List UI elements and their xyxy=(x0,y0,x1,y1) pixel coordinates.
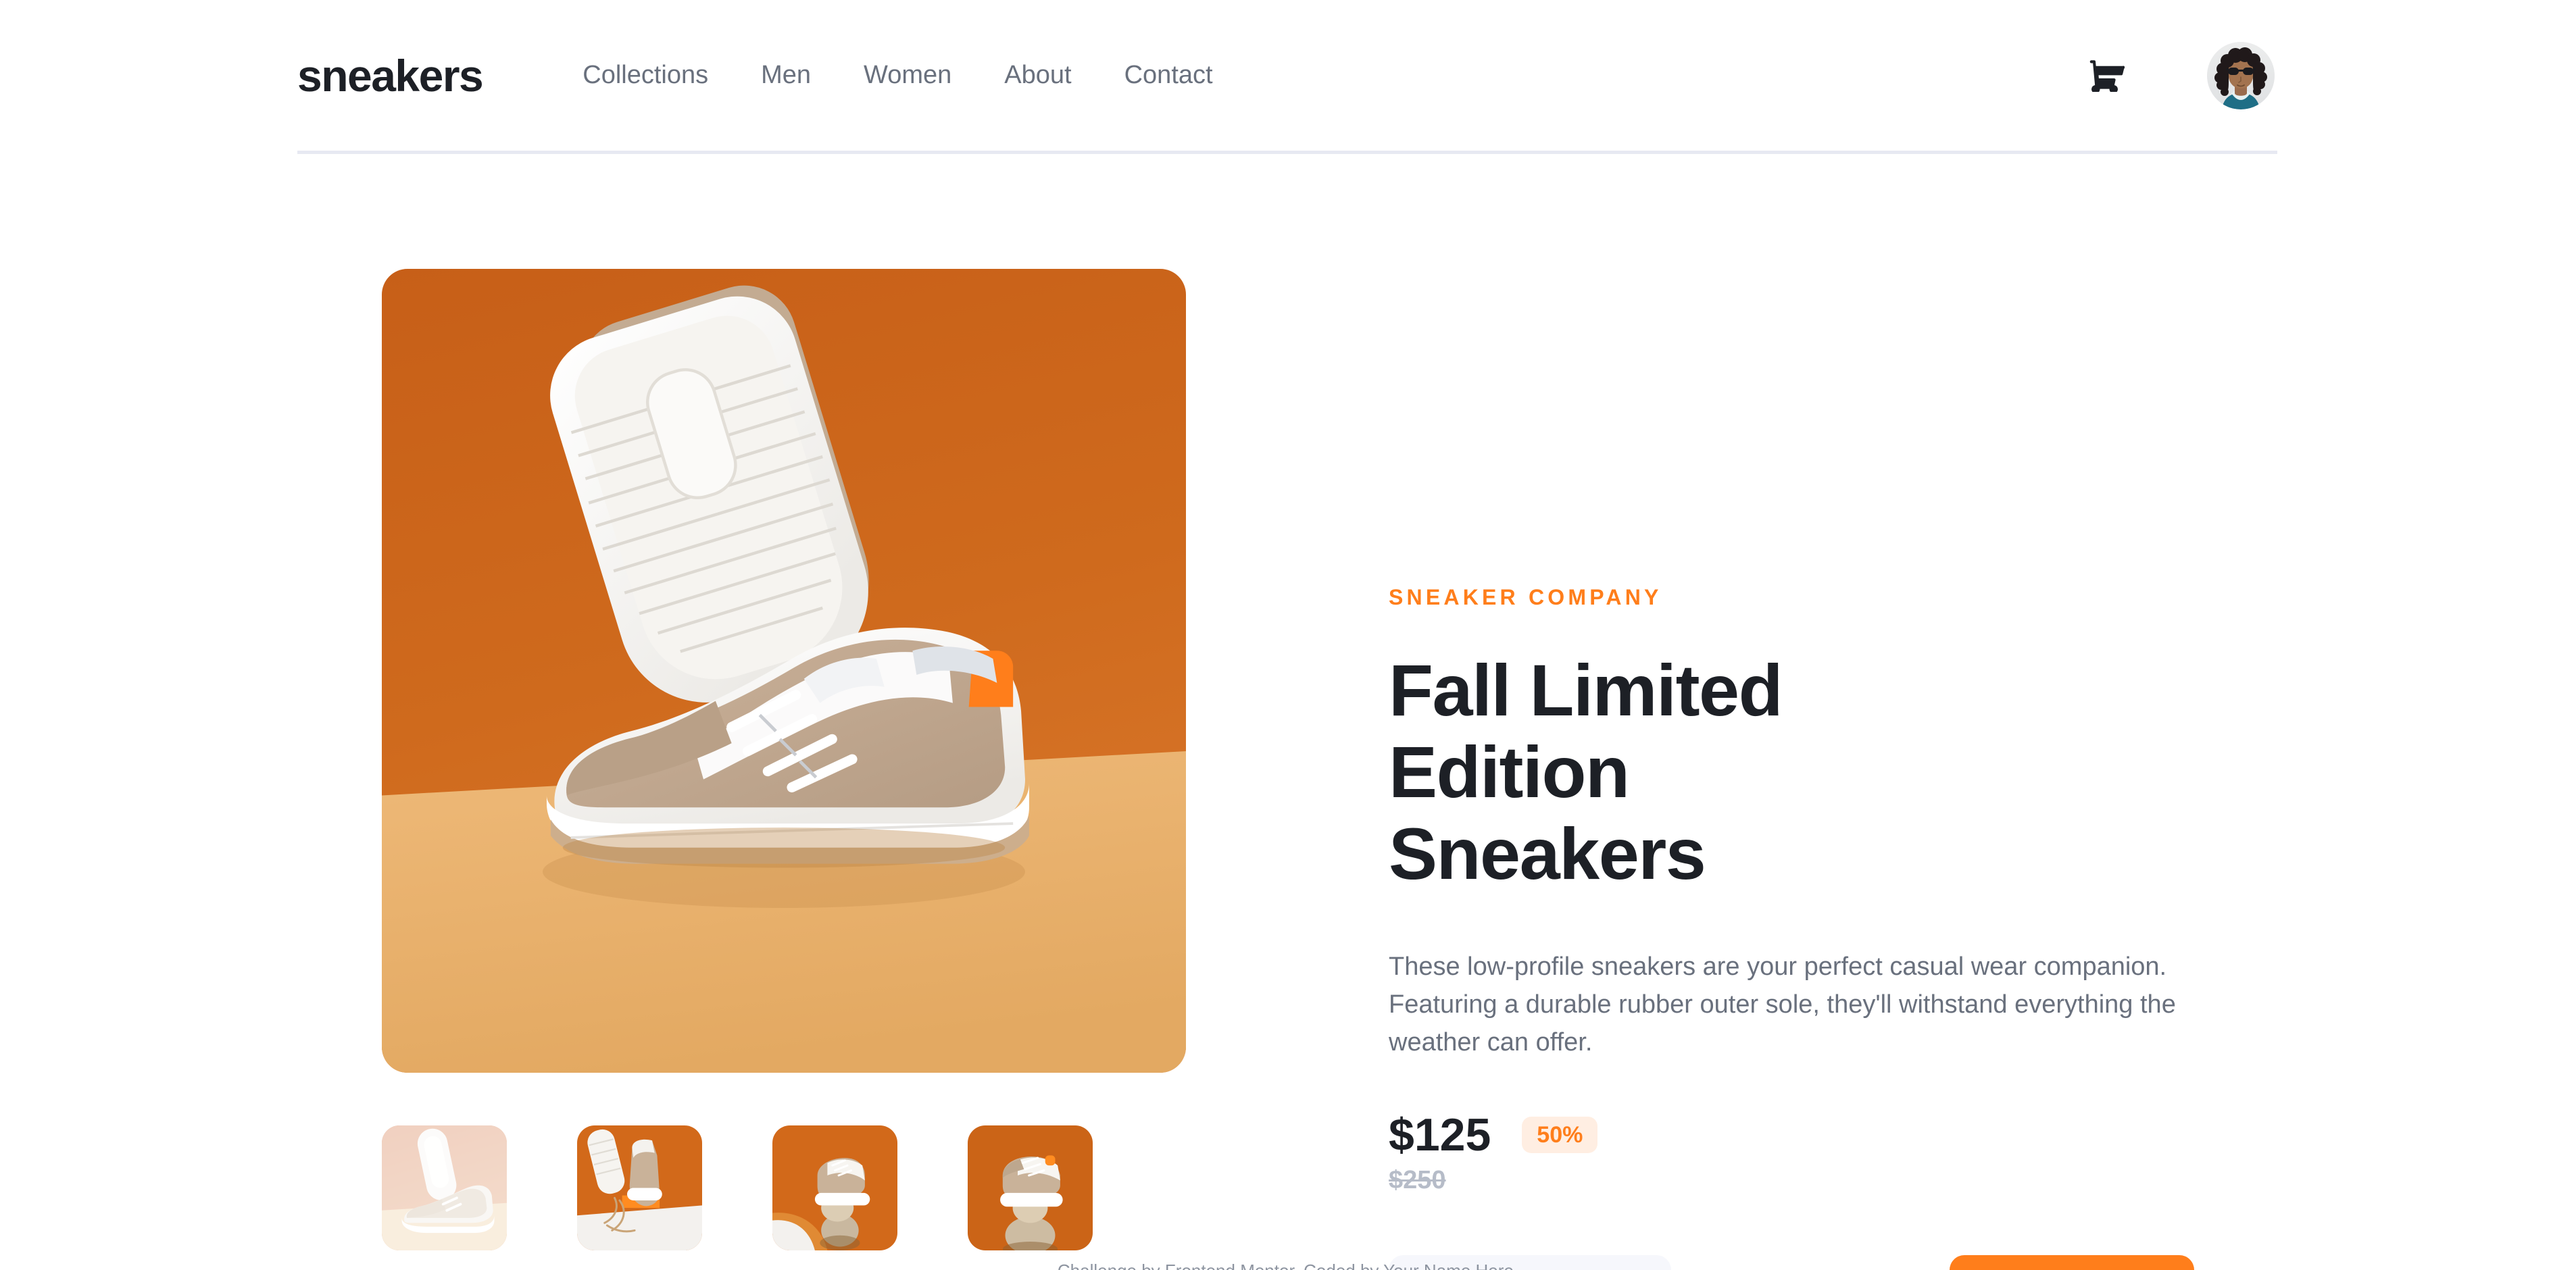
nav-item-women[interactable]: Women xyxy=(864,60,951,91)
site-header: sneakers Collections Men Women About Con… xyxy=(297,0,2277,154)
thumbnail-4[interactable] xyxy=(968,1125,1093,1250)
thumbnail-2[interactable] xyxy=(577,1125,702,1250)
shopping-cart-icon xyxy=(2089,59,2125,92)
product-hero-image[interactable] xyxy=(382,269,1186,1073)
product-description: These low-profile sneakers are your perf… xyxy=(1389,952,2176,1057)
product-gallery xyxy=(382,269,1186,1250)
product-page: sneakers Collections Men Women About Con… xyxy=(0,0,2576,1270)
hero-sneaker-photo xyxy=(382,269,1186,1073)
thumbnail-3[interactable] xyxy=(772,1125,897,1250)
nav-item-collections[interactable]: Collections xyxy=(583,60,708,91)
product-brand: SNEAKER COMPANY xyxy=(1389,585,1662,609)
original-price: $250 xyxy=(1389,1165,1446,1194)
nav-item-men[interactable]: Men xyxy=(761,60,811,91)
price-row: $125 50% xyxy=(1389,1112,2247,1158)
main-navigation: Collections Men Women About Contact xyxy=(583,60,1212,91)
product-title: Fall Limited Edition Sneakers xyxy=(1389,649,1783,894)
thumbnail-2-image xyxy=(577,1125,702,1250)
thumbnail-4-image xyxy=(968,1125,1093,1250)
header-actions xyxy=(2088,41,2277,109)
thumbnail-strip xyxy=(382,1125,1186,1250)
footer-attribution: Challenge by Frontend Mentor. Coded by Y… xyxy=(0,1262,2576,1270)
discount-badge: 50% xyxy=(1522,1116,1598,1153)
thumbnail-3-image xyxy=(772,1125,897,1250)
avatar-image xyxy=(2207,41,2275,109)
nav-item-contact[interactable]: Contact xyxy=(1124,60,1213,91)
product-info: SNEAKER COMPANY Fall Limited Edition Sne… xyxy=(1389,586,2247,1270)
nav-item-about[interactable]: About xyxy=(1004,60,1071,91)
footer-attribution-text: Challenge by Frontend Mentor. Coded by Y… xyxy=(0,1262,2576,1270)
thumbnail-1[interactable] xyxy=(382,1125,507,1250)
avatar[interactable] xyxy=(2207,41,2275,109)
cart-button[interactable] xyxy=(2088,57,2126,95)
current-price: $125 xyxy=(1389,1109,1491,1161)
thumbnail-1-image xyxy=(382,1125,507,1250)
site-logo[interactable]: sneakers xyxy=(297,53,484,98)
